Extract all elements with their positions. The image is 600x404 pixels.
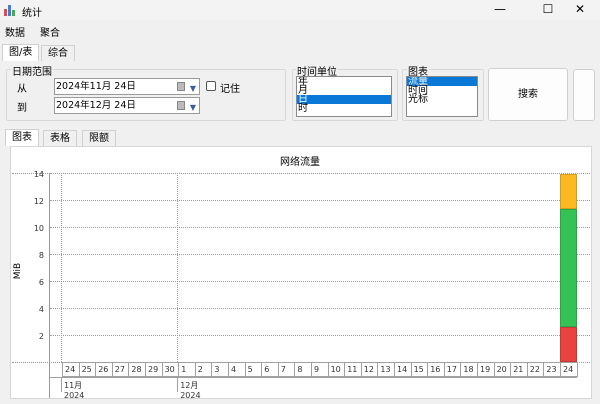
x-tick-label: 6 [261, 362, 279, 377]
x-tick-label: 13 [377, 362, 395, 377]
tab-quota[interactable]: 限额 [82, 130, 116, 146]
time-unit-day[interactable]: 日 [297, 95, 391, 105]
time-unit-month[interactable]: 月 [297, 86, 391, 96]
menu-data[interactable]: 数据 [5, 24, 25, 39]
gridline [50, 173, 590, 174]
month-label: 12月 2024 [180, 381, 201, 400]
to-date-picker[interactable]: 2024年12月 24日 ▼ [54, 97, 200, 114]
menu-aggregate[interactable]: 聚合 [40, 24, 60, 39]
time-unit-year[interactable]: 年 [297, 77, 391, 87]
to-label: 到 [17, 103, 27, 114]
remember-label: 记住 [220, 84, 240, 95]
search-button[interactable]: 搜索 [488, 68, 568, 121]
close-button[interactable]: ✕ [560, 0, 600, 20]
from-label: 从 [17, 84, 27, 95]
x-tick-label: 19 [477, 362, 495, 377]
x-tick-label: 24 [560, 362, 578, 377]
calendar-icon[interactable] [177, 101, 185, 110]
chart-type-cursor[interactable]: 光标 [407, 95, 477, 105]
x-tick-label: 25 [78, 362, 97, 377]
month-divider [177, 377, 179, 392]
y-tick-label: 6 [38, 278, 44, 287]
x-tick-label: 23 [543, 362, 561, 377]
bar-chart-app-icon [4, 5, 15, 16]
from-date-picker[interactable]: 2024年11月 24日 ▼ [54, 78, 200, 95]
x-tick-label: 8 [294, 362, 312, 377]
x-tick-label: 22 [526, 362, 545, 377]
y-tick-label: 8 [38, 251, 44, 260]
x-tick-label: 1 [178, 362, 196, 377]
x-tick-label: 11 [344, 362, 362, 377]
month-divider [61, 377, 62, 392]
x-tick-label: 30 [161, 362, 180, 377]
x-tick-label: 24 [62, 362, 80, 377]
x-tick-label: 28 [128, 362, 146, 377]
gridline [50, 308, 590, 309]
y-tick-label: 14 [33, 170, 44, 179]
y-axis-label: MiB [13, 262, 24, 280]
x-tick-label: 5 [244, 362, 263, 377]
calendar-icon[interactable] [177, 82, 185, 91]
chevron-down-icon[interactable]: ▼ [190, 81, 196, 96]
tab-table[interactable]: 表格 [43, 130, 77, 146]
x-tick-label: 16 [427, 362, 445, 377]
y-axis-line [49, 173, 50, 398]
x-tick-label: 10 [327, 362, 346, 377]
gridline [50, 335, 590, 336]
x-tick-label: 2 [194, 362, 213, 377]
x-tick-label: 14 [394, 362, 412, 377]
gridline [50, 200, 590, 201]
bar-segment[interactable] [560, 326, 577, 362]
gridline [50, 281, 590, 282]
x-tick-label: 12 [360, 362, 379, 377]
divider [50, 377, 577, 378]
x-tick-label: 17 [443, 362, 462, 377]
chart-type-listbox[interactable]: 流量 时间 光标 [406, 76, 478, 117]
y-tick-label: 4 [38, 305, 44, 314]
y-tick-label: 12 [33, 197, 44, 206]
minimize-button[interactable]: — [480, 0, 520, 20]
month-label: 11月 2024 [64, 381, 85, 400]
x-tick-label: 29 [145, 362, 163, 377]
x-tick-label: 21 [510, 362, 528, 377]
remember-checkbox[interactable] [206, 81, 216, 91]
x-tick-label: 3 [211, 362, 229, 377]
x-tick-label: 18 [460, 362, 478, 377]
title-bar: 统计 — ☐ ✕ [0, 0, 600, 20]
date-range-label: 日期范围 [11, 63, 53, 78]
x-tick-label: 15 [410, 362, 429, 377]
month-divider [61, 173, 62, 362]
month-divider [177, 173, 179, 362]
gridline [50, 227, 590, 228]
bar-segment[interactable] [560, 174, 577, 210]
time-unit-listbox[interactable]: 年 月 日 时 [296, 76, 392, 117]
x-tick-label: 4 [228, 362, 246, 377]
window-title: 统计 [22, 8, 42, 19]
x-tick-label: 7 [277, 362, 296, 377]
from-date-value: 2024年11月 24日 [56, 81, 136, 92]
y-tick-label: 2 [38, 332, 44, 341]
tab-chart[interactable]: 图表 [5, 129, 39, 146]
chevron-down-icon[interactable]: ▼ [190, 100, 196, 115]
tab-chart-table[interactable]: 图/表 [2, 44, 40, 61]
chart-title: 网络流量 [280, 157, 320, 168]
to-date-value: 2024年12月 24日 [56, 100, 136, 111]
bar-segment[interactable] [560, 209, 577, 327]
x-tick-label: 20 [493, 362, 512, 377]
gridline [50, 254, 590, 255]
extra-button[interactable] [573, 69, 595, 121]
time-unit-hour[interactable]: 时 [297, 104, 391, 114]
y-tick-label: 10 [33, 224, 44, 233]
x-tick-label: 26 [95, 362, 113, 377]
tab-summary[interactable]: 综合 [41, 45, 75, 61]
x-tick-label: 9 [311, 362, 329, 377]
x-tick-label: 27 [111, 362, 130, 377]
